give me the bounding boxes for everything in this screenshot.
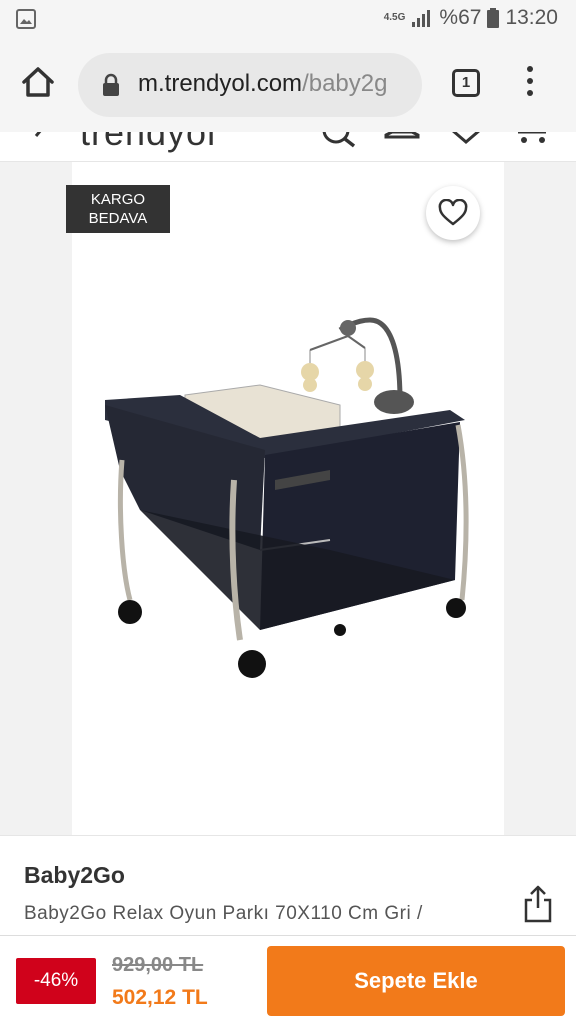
- badge-line-1: KARGO: [90, 191, 146, 208]
- discount-badge: -46%: [16, 958, 96, 1004]
- favorites-icon[interactable]: [448, 132, 484, 154]
- free-shipping-badge: KARGO BEDAVA: [66, 185, 170, 233]
- overflow-menu-icon[interactable]: [520, 66, 540, 102]
- url-bar[interactable]: m.trendyol.com/baby2g: [78, 53, 422, 117]
- url-path: /baby2g: [302, 70, 388, 97]
- favorite-button[interactable]: [426, 186, 480, 240]
- network-type-label: 4.5G: [383, 12, 406, 23]
- status-bar: 4.5G %67 13:20: [0, 0, 576, 40]
- original-price: 929,00 TL: [112, 954, 204, 976]
- site-header: trendyol: [0, 132, 576, 162]
- product-title: Baby2Go Relax Oyun Parkı 70X110 Cm Gri /: [24, 903, 423, 924]
- back-arrow-icon[interactable]: [28, 132, 52, 148]
- lock-icon: [103, 73, 119, 96]
- url-domain: m.trendyol.com: [138, 70, 303, 97]
- add-to-cart-button[interactable]: Sepete Ekle: [267, 946, 565, 1016]
- share-icon[interactable]: [520, 884, 556, 924]
- battery-percent: %67: [439, 6, 482, 29]
- signal-icon: [412, 10, 431, 27]
- site-logo[interactable]: trendyol: [80, 132, 216, 154]
- clock: 13:20: [505, 6, 558, 29]
- badge-line-2: BEDAVA: [88, 210, 148, 227]
- product-image: [105, 317, 469, 678]
- product-info: Baby2Go Baby2Go Relax Oyun Parkı 70X110 …: [0, 835, 576, 935]
- gallery-notification-icon: [16, 9, 36, 29]
- search-icon[interactable]: [320, 132, 356, 154]
- user-icon[interactable]: [384, 132, 420, 154]
- sale-price: 502,12 TL: [112, 986, 208, 1009]
- tab-switcher-button[interactable]: 1: [452, 69, 480, 97]
- heart-icon: [438, 199, 468, 226]
- purchase-bar: -46% 929,00 TL 502,12 TL Sepete Ekle: [0, 935, 576, 1024]
- url-text: m.trendyol.com/baby2g: [138, 70, 387, 98]
- home-icon[interactable]: [18, 62, 58, 102]
- battery-icon: [487, 8, 500, 28]
- browser-toolbar: m.trendyol.com/baby2g 1: [0, 40, 576, 132]
- product-brand[interactable]: Baby2Go: [24, 862, 125, 889]
- cart-icon[interactable]: [514, 132, 554, 154]
